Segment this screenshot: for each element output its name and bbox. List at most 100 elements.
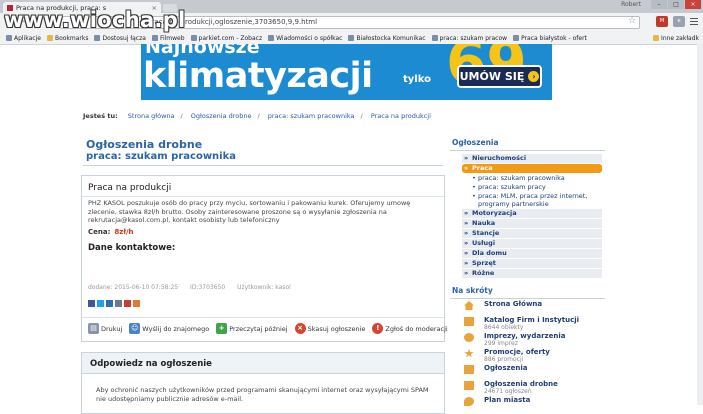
print-button[interactable]: ▤ Drukuj	[88, 323, 122, 334]
bookmark-filmweb[interactable]: Filmweb	[151, 35, 185, 42]
shortcut-plan-miasta[interactable]: Plan miasta	[450, 396, 605, 411]
report-button[interactable]: ! Zgłoś do moderacji	[372, 323, 448, 334]
share-icon[interactable]	[106, 300, 113, 307]
page-icon	[190, 35, 197, 41]
banner-line2: klimatyzacji	[143, 56, 373, 96]
bookmark-news[interactable]: Wiadomości o spółkac	[268, 35, 342, 42]
shortcut-ogloszenia[interactable]: Ogłoszenia	[450, 364, 605, 379]
sidebar-categories: Ogłoszenia Nieruchomości Praca praca: sz…	[450, 135, 605, 279]
shortcuts-heading: Na skróty	[450, 284, 605, 299]
share-buttons	[88, 300, 140, 307]
page-icon	[151, 35, 158, 41]
divider	[83, 165, 443, 166]
star-icon	[464, 349, 474, 358]
more-share-icon[interactable]	[133, 300, 140, 307]
ad-meta: dodane: 2015-06-10 07:58:25 ID:3703650 U…	[88, 284, 291, 291]
bookmark-praca[interactable]: praca: szukam pracow	[431, 35, 507, 42]
page-icon	[268, 35, 275, 41]
page-subtitle[interactable]: praca: szukam pracownika	[86, 151, 236, 162]
bookmark-praca-bialystok[interactable]: Praca białystok - ofert	[513, 35, 587, 42]
breadcrumb-ogloszenia[interactable]: Ogłoszenia drobne	[191, 112, 252, 120]
page-icon	[94, 35, 101, 41]
bookmark-parkiet[interactable]: parkiet.com - Zobacz	[190, 35, 262, 42]
save-icon: +	[216, 323, 228, 334]
banner-tylko: tylko	[403, 74, 431, 85]
send-to-friend-button[interactable]: ☺ Wyślij do znajomego	[129, 323, 209, 334]
ad-actions: ▤ Drukuj ☺ Wyślij do znajomego + Przeczytaj…	[88, 323, 455, 334]
subcategory-szukam-pracownika[interactable]: praca: szukam pracownika	[472, 174, 602, 182]
sidebar-shortcuts: Na skróty Strona Główna Katalog Firm i I…	[450, 284, 605, 411]
folder-icon	[46, 35, 53, 41]
category-nieruchomosci[interactable]: Nieruchomości	[462, 154, 602, 163]
ads-icon	[464, 365, 474, 374]
page-scrollbar[interactable]	[697, 44, 703, 405]
subcategory-mlm[interactable]: praca: MLM, praca przez internet, progra…	[472, 192, 602, 208]
catalog-icon	[464, 317, 474, 326]
users-icon: ☺	[129, 323, 141, 334]
page-title: Ogłoszenia drobne	[86, 138, 203, 151]
category-praca[interactable]: Praca	[462, 164, 602, 173]
ebay-extension-icon[interactable]: e	[673, 16, 685, 27]
sidebar-heading: Ogłoszenia	[450, 135, 605, 151]
category-uslugi[interactable]: Usługi	[462, 239, 602, 248]
minimize-button[interactable]: –	[651, 0, 667, 9]
read-later-button[interactable]: + Przeczytaj później	[216, 323, 288, 334]
page-icon	[431, 35, 438, 41]
category-dla-domu[interactable]: Dla domu	[462, 249, 602, 258]
close-window-button[interactable]: ×	[685, 0, 701, 9]
bookmark-bookmarks[interactable]: Bookmarks	[46, 35, 88, 42]
shortcut-promocje[interactable]: Promocje, oferty 886 promocji	[450, 348, 605, 363]
ad-price: Cena: 8zł/h	[88, 228, 134, 236]
ad-detail-box: Praca na produkcji PHZ KASOL poszukuje o…	[81, 175, 448, 342]
folder-icon	[653, 35, 660, 41]
twitter-icon[interactable]	[97, 300, 104, 307]
printer-icon: ▤	[88, 323, 99, 334]
page-icon	[348, 35, 355, 41]
shortcut-ogloszenia-drobne[interactable]: Ogłoszenia drobne 24671 ogłoszeń	[450, 380, 605, 395]
facebook-icon[interactable]	[88, 300, 95, 307]
maximize-button[interactable]: □	[668, 0, 684, 9]
shortcut-katalog[interactable]: Katalog Firm i Instytucji 8644 obiekty	[450, 316, 605, 331]
category-rozne[interactable]: Różne	[462, 269, 602, 278]
event-icon	[464, 333, 474, 342]
other-bookmarks[interactable]: Inne zakładk	[653, 35, 699, 42]
bookmark-apps[interactable]: Aplikacje	[6, 35, 41, 42]
ad-banner[interactable]: Najnowsze klimatyzacji tylko 69 UMÓW SIĘ…	[141, 44, 552, 100]
breadcrumb-home[interactable]: Strona główna	[128, 112, 175, 120]
gmail-extension-icon[interactable]: M	[656, 16, 668, 27]
category-sprzet[interactable]: Sprzęt	[462, 259, 602, 268]
delete-icon: ×	[294, 323, 306, 334]
apps-icon	[6, 35, 12, 41]
ad-title: Praca na produkcji	[88, 183, 172, 193]
category-stancje[interactable]: Stancje	[462, 229, 602, 238]
bookmark-bkm[interactable]: Białostocka Komunikac	[348, 35, 426, 42]
list-icon	[464, 381, 474, 390]
share-icon[interactable]	[115, 300, 122, 307]
shortcut-imprezy[interactable]: Imprezy, wydarzenia 299 imprez	[450, 332, 605, 347]
breadcrumb-current[interactable]: Praca na produkcji	[371, 112, 431, 120]
category-list: Nieruchomości Praca praca: szukam pracow…	[450, 154, 605, 278]
reply-header: Odpowiedz na ogłoszenie	[82, 353, 444, 374]
alert-icon: !	[372, 323, 384, 334]
divider	[82, 196, 444, 197]
window-controls: – □ ×	[651, 0, 701, 9]
page-icon	[513, 35, 520, 41]
umow-sie-button[interactable]: UMÓW SIĘ ›	[457, 65, 542, 88]
ad-description: PHZ KASOL poszukuje osób do pracy przy m…	[88, 199, 411, 224]
reply-title: Odpowiedz na ogłoszenie	[90, 359, 212, 369]
arrow-right-icon: ›	[528, 71, 540, 82]
googleplus-icon[interactable]	[124, 300, 131, 307]
reply-notice: Aby ochronić naszych użytkowników przed …	[96, 386, 429, 403]
category-nauka[interactable]: Nauka	[462, 219, 602, 228]
profile-name[interactable]: Robert	[621, 1, 641, 8]
breadcrumb-category[interactable]: praca: szukam pracownika	[268, 112, 355, 120]
bookmark-customize[interactable]: Dostosuj łącza	[94, 35, 146, 42]
contact-heading: Dane kontaktowe:	[88, 243, 176, 253]
watermark-logo: www.wiocha.pl	[4, 8, 186, 32]
menu-icon[interactable]	[690, 18, 698, 27]
category-motoryzacja[interactable]: Motoryzacja	[462, 209, 602, 218]
bookmark-star-icon[interactable]: ☆	[628, 16, 636, 26]
delete-ad-button[interactable]: × Skasuj ogłoszenie	[294, 323, 365, 334]
shortcut-home[interactable]: Strona Główna	[450, 300, 605, 315]
subcategory-szukam-pracy[interactable]: praca: szukam pracy	[472, 183, 602, 191]
